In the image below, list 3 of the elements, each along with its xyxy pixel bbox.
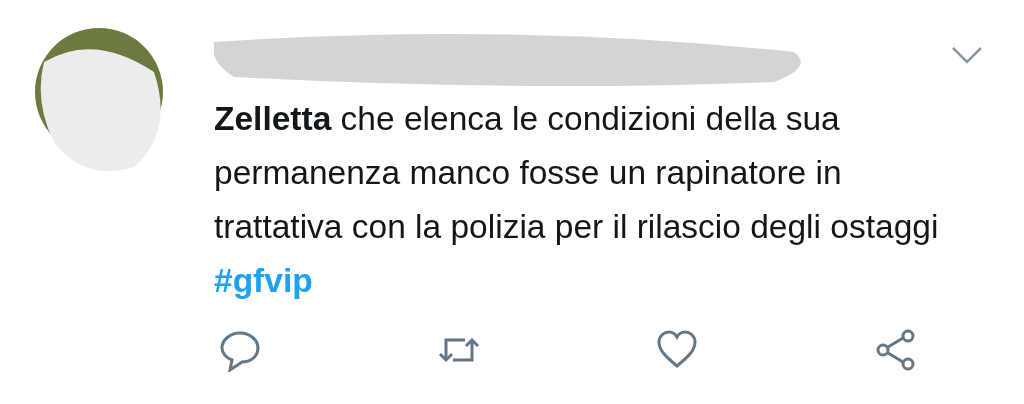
tweet-text: Zelletta che elenca le condizioni della sua permanenza manco fosse un rapinatore in trattativa con la polizia per il rilascio degli ostaggi #gfvip xyxy=(214,99,940,301)
chevron-down-icon[interactable] xyxy=(950,44,984,66)
hashtag-link[interactable]: #gfvip xyxy=(214,262,313,299)
